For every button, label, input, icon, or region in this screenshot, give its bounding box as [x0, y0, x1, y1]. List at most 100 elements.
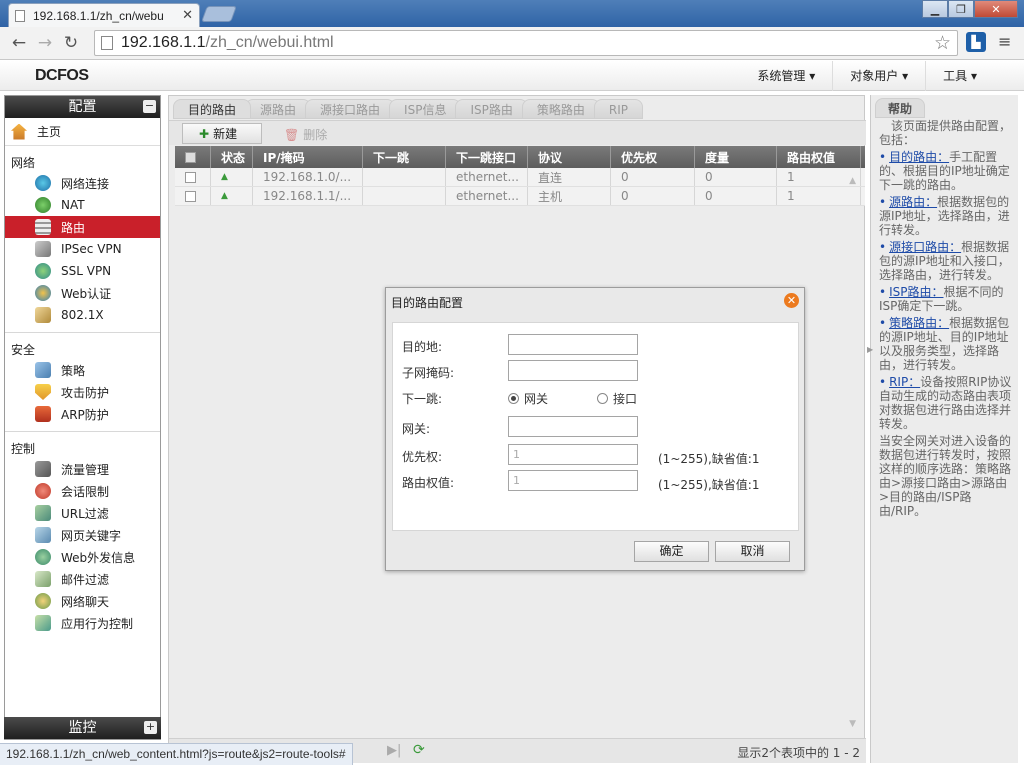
- subnet-mask-label: 子网掩码:: [402, 366, 455, 380]
- help-item: • 目的路由：手工配置的、根据目的IP地址确定下一跳的路由。: [879, 150, 1017, 192]
- expand-icon[interactable]: +: [144, 721, 157, 734]
- menu-object-users[interactable]: 对象用户 ▾: [832, 61, 925, 91]
- new-button[interactable]: ✚ 新建: [182, 123, 262, 144]
- browser-tab-title: 192.168.1.1/zh_cn/webu: [33, 8, 164, 23]
- help-item: • 源接口路由：根据数据包的源IP地址和入接口，选择路由，进行转发。: [879, 240, 1017, 282]
- cancel-button[interactable]: 取消: [715, 541, 790, 562]
- tab-isp-info[interactable]: ISP信息: [389, 99, 462, 119]
- tab-policy-route[interactable]: 策略路由: [521, 99, 600, 119]
- destination-input[interactable]: [508, 334, 638, 355]
- delete-button[interactable]: 🗑 删除: [284, 126, 327, 143]
- radio-unselected-icon: [597, 393, 608, 404]
- collapse-icon[interactable]: −: [143, 100, 156, 113]
- help-link-policy-route[interactable]: 策略路由：: [889, 316, 949, 330]
- scroll-down-icon[interactable]: ▼: [849, 719, 856, 729]
- column-header-ip-mask[interactable]: IP/掩码: [253, 146, 363, 168]
- minimize-icon[interactable]: ▁: [922, 0, 948, 18]
- sidebar-item-8021x[interactable]: 802.1X: [5, 304, 160, 326]
- sidebar-item-web-keyword[interactable]: 网页关键字: [5, 524, 160, 546]
- help-link-destination-route[interactable]: 目的路由：: [889, 150, 949, 164]
- maximize-icon[interactable]: ❐: [948, 0, 974, 18]
- row-checkbox[interactable]: [185, 171, 196, 183]
- sidebar-item-arp-defense[interactable]: ARP防护: [5, 403, 160, 425]
- column-header-metric[interactable]: 度量: [695, 146, 777, 168]
- radio-gateway[interactable]: 网关: [508, 390, 548, 407]
- refresh-icon[interactable]: ⟳: [413, 742, 425, 758]
- sidebar-item-ssl-vpn[interactable]: SSL VPN: [5, 260, 160, 282]
- scroll-up-icon[interactable]: ▲: [849, 176, 856, 186]
- tab-destination-route[interactable]: 目的路由: [173, 99, 252, 119]
- gateway-input[interactable]: [508, 416, 638, 437]
- collapse-handle-icon[interactable]: ▶: [867, 345, 873, 354]
- help-link-source-interface-route[interactable]: 源接口路由：: [889, 240, 961, 254]
- sidebar-header: 配置 −: [5, 96, 160, 118]
- sidebar-monitor-header[interactable]: 监控 +: [4, 717, 161, 739]
- protocol-cell: 主机: [528, 187, 611, 205]
- row-checkbox[interactable]: [185, 190, 196, 202]
- sidebar-item-traffic-management[interactable]: 流量管理: [5, 458, 160, 480]
- weight-input[interactable]: 1: [508, 470, 638, 491]
- reload-icon[interactable]: ↻: [58, 30, 84, 56]
- sidebar-item-network-connection[interactable]: 网络连接: [5, 172, 160, 194]
- help-link-isp-route[interactable]: ISP路由：: [889, 285, 943, 299]
- last-page-icon[interactable]: ▶|: [387, 743, 401, 758]
- tab-rip[interactable]: RIP: [593, 99, 643, 119]
- sidebar-item-route[interactable]: 路由: [5, 216, 160, 238]
- table-row[interactable]: ▲ 192.168.1.1/... ethernet... 主机 0 0 1: [175, 187, 865, 206]
- next-hop-cell: [363, 168, 446, 186]
- browser-tab[interactable]: 192.168.1.1/zh_cn/webu ✕: [8, 3, 200, 27]
- pager-info: 显示2个表项中的 1 - 2: [737, 746, 860, 760]
- help-link-rip[interactable]: RIP：: [889, 375, 920, 389]
- bookmark-star-icon[interactable]: ☆: [934, 32, 951, 54]
- sidebar-item-web-auth[interactable]: Web认证: [5, 282, 160, 304]
- menu-tools[interactable]: 工具 ▾: [925, 61, 994, 91]
- column-header-next-hop-interface[interactable]: 下一跳接口: [446, 146, 528, 168]
- new-tab-button[interactable]: [201, 6, 237, 22]
- column-header-protocol[interactable]: 协议: [528, 146, 611, 168]
- radio-interface[interactable]: 接口: [597, 390, 637, 407]
- app-header: DCFOS 系统管理 ▾ 对象用户 ▾ 工具 ▾: [0, 61, 1024, 91]
- tab-isp-route[interactable]: ISP路由: [455, 99, 528, 119]
- tab-close-icon[interactable]: ✕: [182, 8, 193, 23]
- address-bar[interactable]: 192.168.1.1/zh_cn/webui.html ☆: [94, 30, 958, 56]
- browser-menu-icon[interactable]: ≡: [998, 34, 1014, 50]
- sidebar-item-session-limit[interactable]: 会话限制: [5, 480, 160, 502]
- weight-hint: (1~255),缺省值:1: [658, 478, 760, 492]
- sidebar-item-home[interactable]: 主页: [5, 118, 160, 146]
- sidebar-item-web-outgoing-info[interactable]: Web外发信息: [5, 546, 160, 568]
- sidebar-item-url-filter[interactable]: URL过滤: [5, 502, 160, 524]
- help-tab[interactable]: 帮助: [875, 98, 926, 118]
- sidebar-section-control: 控制: [11, 442, 36, 456]
- window-close-icon[interactable]: ✕: [974, 0, 1018, 18]
- sidebar-item-nat[interactable]: NAT: [5, 194, 160, 216]
- forward-icon[interactable]: →: [32, 30, 58, 56]
- ssl-vpn-icon: [35, 263, 51, 279]
- back-icon[interactable]: ←: [6, 30, 32, 56]
- column-header-status[interactable]: 状态: [211, 146, 253, 168]
- weight-cell: 1: [777, 187, 861, 205]
- bullet: •: [879, 240, 887, 254]
- priority-input[interactable]: 1: [508, 444, 638, 465]
- sidebar-item-attack-defense[interactable]: 攻击防护: [5, 381, 160, 403]
- column-header-weight[interactable]: 路由权值: [777, 146, 861, 168]
- sidebar-item-ipsec-vpn[interactable]: IPSec VPN: [5, 238, 160, 260]
- sidebar-item-network-chat[interactable]: 网络聊天: [5, 590, 160, 612]
- column-header-next-hop[interactable]: 下一跳: [363, 146, 446, 168]
- sidebar-item-app-behavior-control[interactable]: 应用行为控制: [5, 612, 160, 634]
- sidebar-item-mail-filter[interactable]: 邮件过滤: [5, 568, 160, 590]
- ok-button[interactable]: 确定: [634, 541, 709, 562]
- tab-source-interface-route[interactable]: 源接口路由: [305, 99, 396, 119]
- select-all-checkbox[interactable]: [185, 151, 196, 163]
- chat-icon: [35, 593, 51, 609]
- table-row[interactable]: ▲ 192.168.1.0/... ethernet... 直连 0 0 1: [175, 168, 865, 187]
- column-header-priority[interactable]: 优先权: [611, 146, 695, 168]
- url-path: /zh_cn/webui.html: [205, 34, 334, 51]
- tab-source-route[interactable]: 源路由: [245, 99, 312, 119]
- sidebar-item-policy[interactable]: 策略: [5, 359, 160, 381]
- sidebar-item-label: NAT: [61, 198, 85, 212]
- subnet-mask-input[interactable]: [508, 360, 638, 381]
- help-link-source-route[interactable]: 源路由：: [889, 195, 937, 209]
- menu-system-management[interactable]: 系统管理 ▾: [740, 61, 832, 91]
- extension-icon[interactable]: ▙: [966, 32, 986, 52]
- dialog-close-icon[interactable]: ✕: [784, 293, 799, 308]
